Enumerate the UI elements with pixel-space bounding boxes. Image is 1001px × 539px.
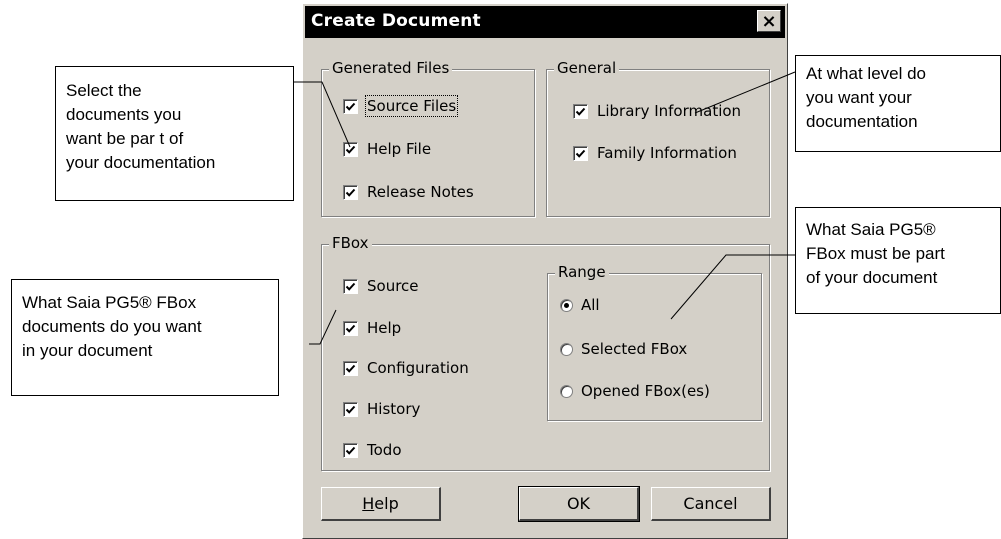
- checkbox-label: Source Files: [364, 95, 459, 117]
- checkbox-library-information[interactable]: Library Information: [573, 102, 741, 120]
- checkmark-icon: [343, 278, 358, 294]
- fbox-group: FBox Source Help Configuration History T…: [321, 234, 770, 471]
- checkmark-icon: [343, 401, 358, 417]
- callout-line: you want your: [806, 88, 912, 107]
- generated-files-group-title: Generated Files: [329, 59, 453, 77]
- checkbox-label: Help: [367, 319, 402, 337]
- checkmark-icon: [343, 141, 358, 157]
- checkmark-icon: [573, 145, 588, 161]
- checkbox-label: Family Information: [597, 144, 737, 162]
- checkbox-release-notes[interactable]: Release Notes: [343, 183, 474, 201]
- checkbox-label: Library Information: [597, 102, 742, 120]
- radio-label: All: [581, 296, 600, 314]
- cancel-button-label: Cancel: [683, 494, 738, 513]
- help-button[interactable]: Help: [321, 487, 441, 521]
- checkbox-label: Release Notes: [367, 183, 474, 201]
- ok-button-label: OK: [566, 494, 591, 513]
- callout-fbox: What Saia PG5® FBox documents do you wan…: [11, 279, 279, 396]
- checkbox-fbox-help[interactable]: Help: [343, 319, 401, 337]
- checkbox-family-information[interactable]: Family Information: [573, 144, 737, 162]
- checkbox-source-files[interactable]: Source Files: [343, 95, 459, 117]
- callout-line: documentation: [806, 112, 918, 131]
- checkbox-fbox-todo[interactable]: Todo: [343, 441, 402, 459]
- checkmark-icon: [573, 103, 588, 119]
- radio-empty-icon: [560, 342, 573, 356]
- radio-opened-fboxes[interactable]: Opened FBox(es): [560, 382, 710, 400]
- checkmark-icon: [343, 98, 358, 114]
- close-button[interactable]: ×: [757, 10, 781, 32]
- checkbox-label: Source: [367, 277, 419, 295]
- callout-line: in your document: [22, 341, 153, 360]
- radio-label: Selected FBox: [581, 340, 688, 358]
- callout-line: FBox must be part: [806, 244, 945, 263]
- callout-line: What Saia PG5®: [806, 220, 936, 239]
- fbox-group-title: FBox: [329, 234, 372, 252]
- checkbox-label: History: [367, 400, 421, 418]
- checkbox-label: Configuration: [367, 359, 469, 377]
- ok-button[interactable]: OK: [518, 486, 640, 522]
- callout-line: your documentation: [66, 153, 216, 172]
- callout-general: At what level do you want your documenta…: [795, 55, 1001, 152]
- checkbox-fbox-source[interactable]: Source: [343, 277, 419, 295]
- close-icon: ×: [761, 10, 777, 32]
- checkmark-icon: [343, 184, 358, 200]
- checkbox-label: Help File: [367, 140, 432, 158]
- checkmark-icon: [343, 360, 358, 376]
- general-group-title: General: [554, 59, 620, 77]
- radio-dot-icon: [560, 298, 573, 312]
- callout-line: Select the: [66, 81, 142, 100]
- cancel-button[interactable]: Cancel: [651, 487, 771, 521]
- create-document-dialog: Create Document × Generated Files Source…: [302, 3, 788, 539]
- callout-range: What Saia PG5® FBox must be part of your…: [795, 207, 1001, 314]
- callout-line: What Saia PG5® FBox: [22, 293, 197, 312]
- general-group: General Library Information Family Infor…: [546, 59, 770, 217]
- generated-files-group: Generated Files Source Files Help File R…: [321, 59, 535, 217]
- callout-line: At what level do: [806, 64, 927, 83]
- radio-selected-fbox[interactable]: Selected FBox: [560, 340, 687, 358]
- range-group: Range All Selected FBox Opened FBox(es): [547, 263, 762, 421]
- callout-line: documents do you want: [22, 317, 202, 336]
- callout-line: of your document: [806, 268, 938, 287]
- range-group-title: Range: [555, 263, 609, 281]
- radio-empty-icon: [560, 384, 573, 398]
- checkmark-icon: [343, 442, 358, 458]
- checkbox-label: Todo: [367, 441, 402, 459]
- radio-label: Opened FBox(es): [581, 382, 710, 400]
- callout-line: documents you: [66, 105, 182, 124]
- callout-generated-files: Select the documents you want be par t o…: [55, 66, 294, 201]
- checkbox-fbox-configuration[interactable]: Configuration: [343, 359, 469, 377]
- callout-line: want be par t of: [66, 129, 184, 148]
- checkbox-fbox-history[interactable]: History: [343, 400, 420, 418]
- radio-all[interactable]: All: [560, 296, 600, 314]
- help-button-label: Help: [362, 494, 399, 513]
- checkmark-icon: [343, 320, 358, 336]
- title-bar[interactable]: Create Document ×: [305, 6, 785, 38]
- dialog-title: Create Document: [311, 11, 481, 31]
- checkbox-help-file[interactable]: Help File: [343, 140, 431, 158]
